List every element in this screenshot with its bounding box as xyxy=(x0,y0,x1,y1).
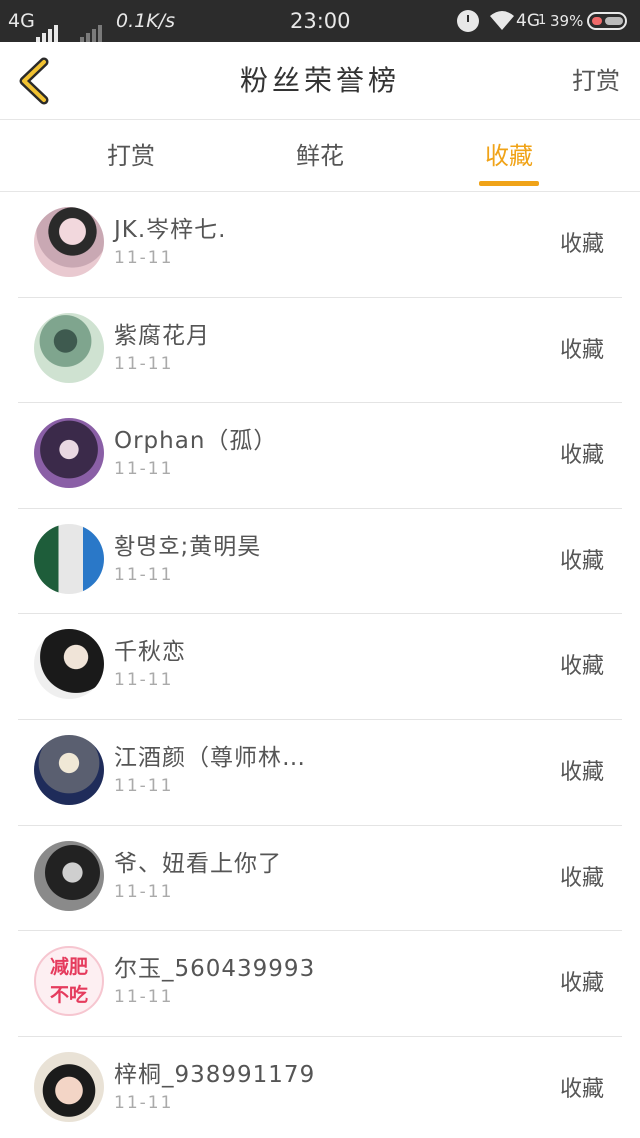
tab-bar: 打赏 鲜花 收藏 xyxy=(0,120,640,192)
avatar xyxy=(34,734,104,805)
avatar xyxy=(34,418,104,489)
list-item[interactable]: 황명호;黄明昊 11-11 收藏 xyxy=(0,509,640,615)
item-date: 11-11 xyxy=(114,775,174,796)
sim-indicator: 1 xyxy=(538,13,547,28)
avatar-text-line-1: 减肥 xyxy=(49,956,88,979)
wifi-icon xyxy=(490,11,514,30)
battery-percent: 39% xyxy=(550,12,584,30)
list-item[interactable]: Orphan（孤） 11-11 收藏 xyxy=(0,403,640,509)
avatar xyxy=(34,629,104,700)
tab-flowers-label: 鲜花 xyxy=(296,142,344,170)
action-label: 收藏 xyxy=(559,443,604,469)
alarm-icon xyxy=(457,10,479,32)
avatar xyxy=(34,523,104,594)
list-item[interactable]: 紫腐花月 11-11 收藏 xyxy=(0,298,640,404)
tab-reward-label: 打赏 xyxy=(107,142,155,170)
user-name: JK.岑梓七. xyxy=(114,217,227,243)
user-name: 紫腐花月 xyxy=(114,322,210,349)
tab-favorites-label: 收藏 xyxy=(485,142,533,170)
tab-favorites[interactable]: 收藏 xyxy=(449,120,569,192)
network-speed: 0.1K/s xyxy=(116,10,175,32)
item-date: 11-11 xyxy=(114,987,174,1008)
item-date: 11-11 xyxy=(114,881,174,902)
list-item[interactable]: 江酒颜（尊师林… 11-11 收藏 xyxy=(0,720,640,826)
action-label: 收藏 xyxy=(559,654,604,680)
list-item[interactable]: 梓桐_938991179 11-11 收藏 xyxy=(0,1037,640,1138)
clock: 23:00 xyxy=(290,9,351,33)
avatar xyxy=(34,1051,104,1122)
tab-reward[interactable]: 打赏 xyxy=(71,120,191,192)
item-date: 11-11 xyxy=(114,1092,174,1113)
action-label: 收藏 xyxy=(559,232,604,257)
item-date: 11-11 xyxy=(114,248,174,268)
action-label: 收藏 xyxy=(559,1076,604,1102)
action-label: 收藏 xyxy=(559,971,604,997)
avatar xyxy=(34,207,104,277)
action-label: 收藏 xyxy=(559,337,604,363)
action-label: 收藏 xyxy=(559,865,604,891)
list-item[interactable]: JK.岑梓七. 11-11 收藏 xyxy=(0,192,640,298)
avatar xyxy=(34,840,104,911)
page-title: 粉丝荣誉榜 xyxy=(239,64,400,97)
user-name: 江酒颜（尊师林… xyxy=(114,744,306,771)
user-name: 爷、妞看上你了 xyxy=(114,850,282,877)
item-date: 11-11 xyxy=(114,459,174,480)
item-date: 11-11 xyxy=(114,670,174,691)
action-label: 收藏 xyxy=(559,548,604,574)
avatar: 减肥 不吃 xyxy=(34,946,104,1017)
list-item[interactable]: 千秋恋 11-11 收藏 xyxy=(0,614,640,720)
user-name: 황명호;黄明昊 xyxy=(114,533,262,560)
tab-flowers[interactable]: 鲜花 xyxy=(260,120,380,192)
action-label: 收藏 xyxy=(559,759,604,785)
user-name: Orphan（孤） xyxy=(114,428,278,455)
item-date: 11-11 xyxy=(114,353,174,374)
avatar-text-line-2: 不吃 xyxy=(49,984,88,1007)
user-name: 梓桐_938991179 xyxy=(114,1061,316,1088)
avatar xyxy=(34,312,104,383)
signal-strength-secondary-icon xyxy=(80,0,104,43)
status-bar: 4G 0.1K/s 23:00 4G 1 39% xyxy=(0,0,640,43)
active-tab-indicator xyxy=(479,181,539,186)
fan-list: JK.岑梓七. 11-11 收藏 紫腐花月 11-11 收藏 Orphan（孤）… xyxy=(0,192,640,1138)
network-type-secondary: 4G xyxy=(516,11,540,31)
user-name: 千秋恋 xyxy=(114,639,186,666)
network-type: 4G xyxy=(8,10,35,32)
user-name: 尔玉_560439993 xyxy=(114,956,316,983)
item-date: 11-11 xyxy=(114,564,174,585)
reward-link[interactable]: 打赏 xyxy=(572,42,620,120)
top-navigation-bar: 粉丝荣誉榜 打赏 xyxy=(0,42,640,120)
list-item[interactable]: 爷、妞看上你了 11-11 收藏 xyxy=(0,826,640,932)
battery-icon xyxy=(587,12,627,30)
signal-strength-icon xyxy=(36,0,60,43)
list-item[interactable]: 减肥 不吃 尔玉_560439993 11-11 收藏 xyxy=(0,931,640,1037)
